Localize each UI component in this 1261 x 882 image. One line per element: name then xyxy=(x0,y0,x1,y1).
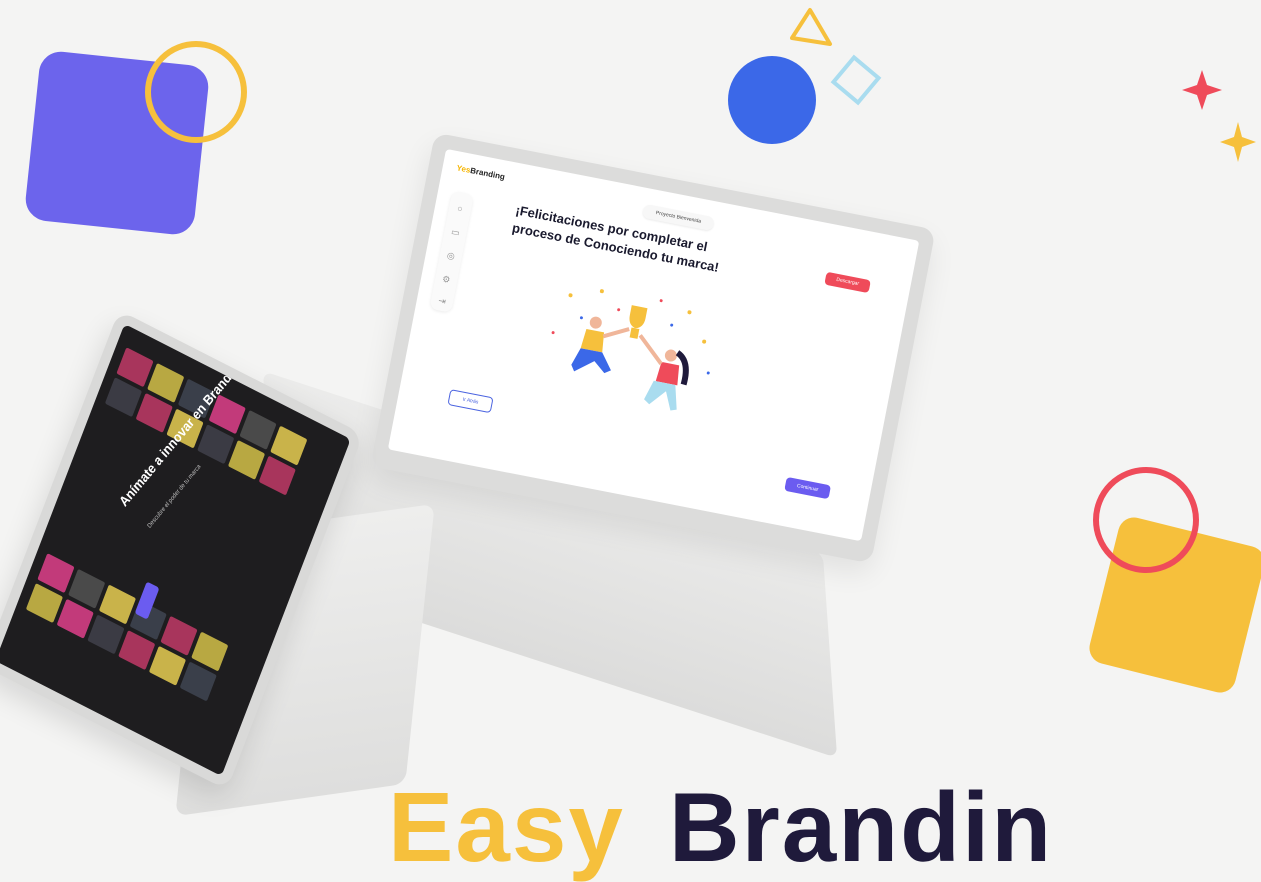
blue-circle-shape xyxy=(728,56,816,144)
people-icon[interactable]: ◎ xyxy=(444,249,458,263)
download-button[interactable]: Descargar xyxy=(824,271,871,294)
brand-title-branding: Brandin xyxy=(668,772,1054,882)
app-sidebar: ○ ▭ ◎ ⚙ ⇥ xyxy=(429,190,474,313)
brand-title: Easy Brandin xyxy=(388,778,1053,876)
light-blue-diamond-shape xyxy=(830,54,882,106)
back-button[interactable]: Ir Atrás xyxy=(447,389,494,414)
logo-text: Branding xyxy=(469,165,506,182)
yellow-sparkle-icon xyxy=(1220,122,1256,162)
settings-icon[interactable]: ⚙ xyxy=(439,272,453,286)
logout-icon[interactable]: ⇥ xyxy=(435,294,449,308)
celebration-illustration xyxy=(551,289,710,411)
yellow-square-shape xyxy=(1089,517,1261,693)
purple-square-shape xyxy=(25,51,209,235)
user-icon[interactable]: ○ xyxy=(453,202,467,216)
app-logo: YesBranding xyxy=(456,163,506,181)
brand-title-easy: Easy xyxy=(388,772,625,882)
yellow-triangle-shape xyxy=(790,8,832,46)
continue-button[interactable]: Continuar xyxy=(784,476,832,500)
folder-icon[interactable]: ▭ xyxy=(448,225,462,239)
congrats-headline: ¡Felicitaciones por completar el proceso… xyxy=(510,202,721,275)
red-sparkle-icon xyxy=(1182,70,1222,110)
